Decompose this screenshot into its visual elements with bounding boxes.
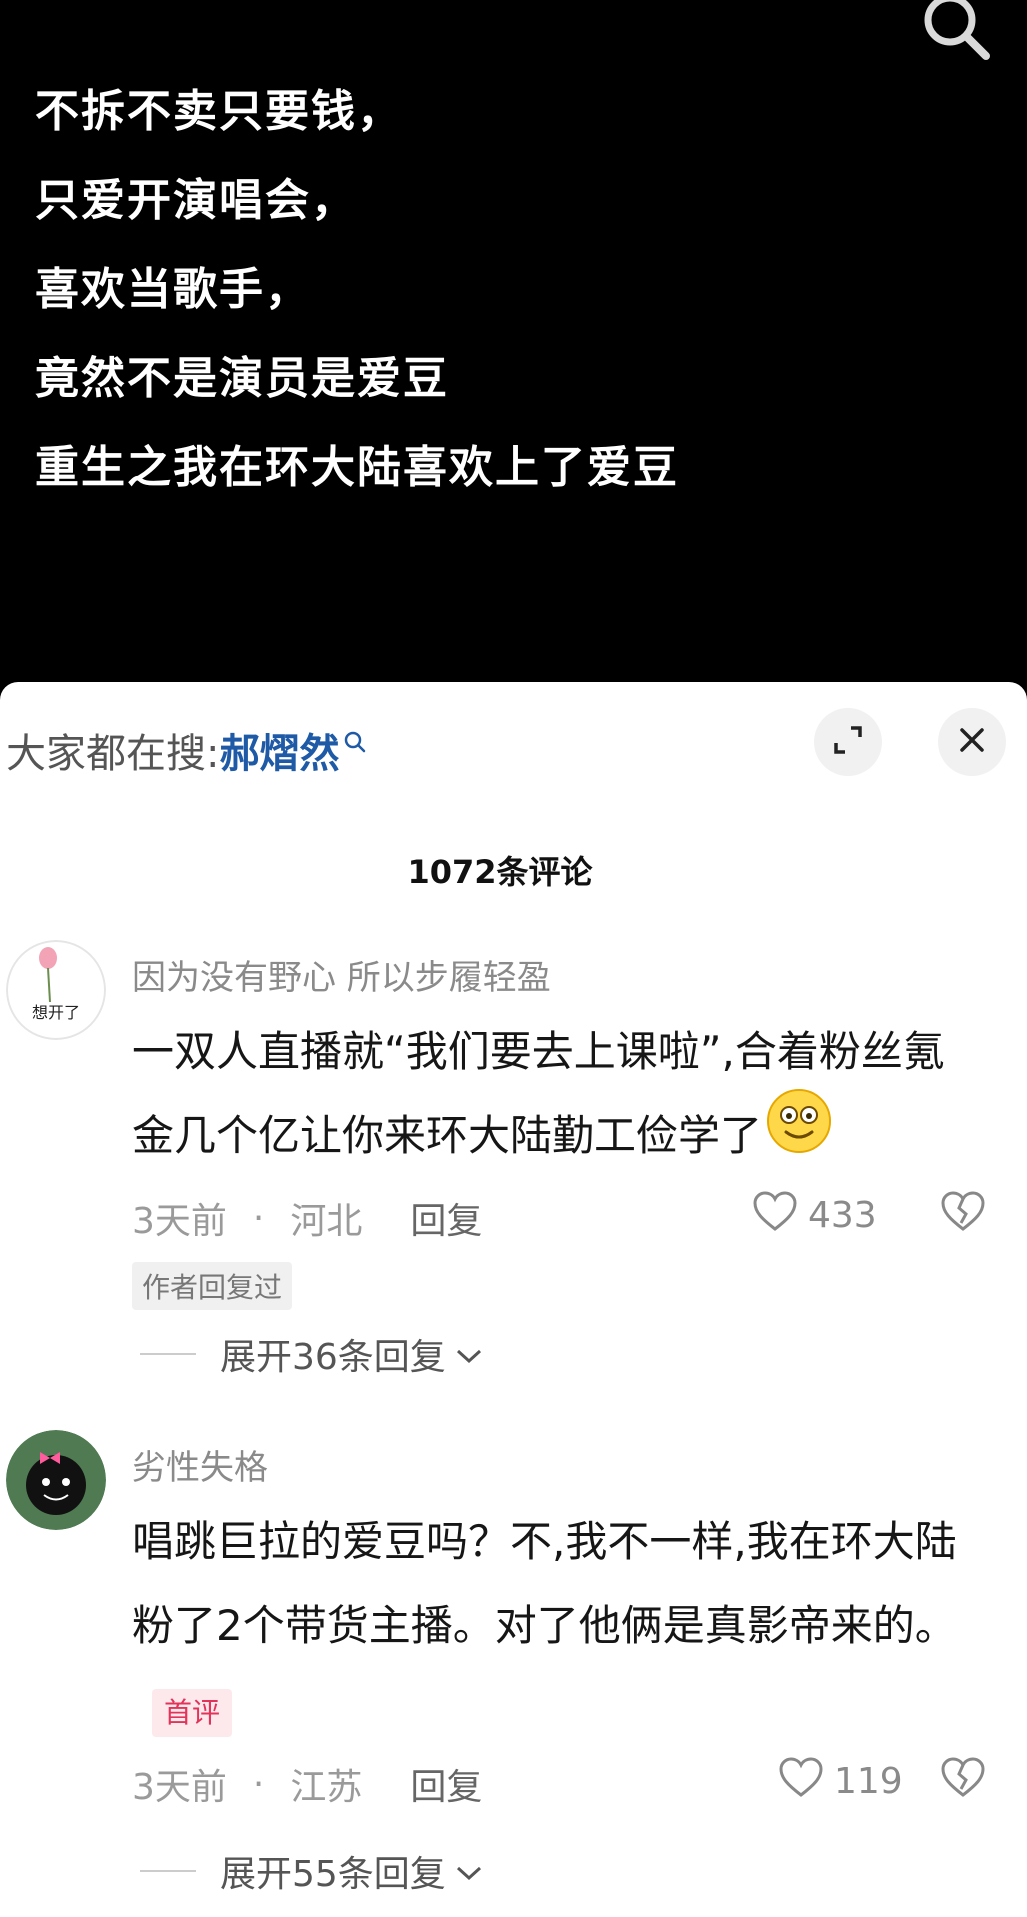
expand-replies-label: 展开55条回复 <box>220 1854 446 1895</box>
separator-dot: · <box>252 1197 265 1239</box>
comment-meta: 3天前 · 江苏 回复 <box>132 1758 482 1810</box>
comment-meta: 3天前 · 河北 回复 <box>132 1192 482 1244</box>
expand-replies-button[interactable]: 展开36条回复 <box>140 1328 484 1380</box>
like-count: 119 <box>834 1761 903 1802</box>
expand-icon <box>831 723 865 761</box>
svg-text:想开了: 想开了 <box>32 1003 80 1022</box>
dislike-button[interactable] <box>940 1756 986 1802</box>
close-icon <box>957 725 987 759</box>
chevron-down-icon <box>454 1851 484 1892</box>
video-caption-line: 不拆不卖只要钱， <box>35 86 403 137</box>
heart-icon <box>752 1190 798 1241</box>
video-area[interactable]: 不拆不卖只要钱， 只爱开演唱会， 喜欢当歌手， 竟然不是演员是爱豆 重生之我在环… <box>0 0 1027 682</box>
comment-text: 唱跳巨拉的爱豆吗？不,我不一样,我在环大陆粉了2个带货主播。对了他俩是真影帝来的… <box>132 1500 982 1752</box>
like-button[interactable]: 433 <box>752 1190 877 1241</box>
search-icon[interactable] <box>912 0 996 62</box>
avatar[interactable]: 想开了 <box>6 940 106 1040</box>
video-caption-line: 只爱开演唱会， <box>35 175 357 226</box>
author-replied-badge: 作者回复过 <box>132 1262 293 1310</box>
comment-text-content: 唱跳巨拉的爱豆吗？不,我不一样,我在环大陆粉了2个带货主播。对了他俩是真影帝来的… <box>132 1517 957 1650</box>
comment-username[interactable]: 因为没有野心 所以步履轻盈 <box>132 950 551 999</box>
expand-button[interactable] <box>814 708 882 776</box>
comment-time: 3天前 <box>132 1201 227 1242</box>
broken-heart-icon <box>940 1757 986 1802</box>
search-icon <box>343 718 367 764</box>
avatar[interactable] <box>6 1430 106 1530</box>
comment-sheet: 大家都在搜: 郝熠然 1072条评论 想开了 因为没有野心 所以步履轻盈 一双人… <box>0 682 1027 1917</box>
video-caption-line: 喜欢当歌手， <box>35 264 311 315</box>
comment-location: 河北 <box>290 1201 363 1242</box>
hot-search-term[interactable]: 郝熠然 <box>219 721 339 779</box>
hot-search-prefix: 大家都在搜: <box>6 731 220 777</box>
comment-username[interactable]: 劣性失格 <box>132 1440 268 1489</box>
like-count: 433 <box>808 1195 877 1236</box>
divider-line <box>140 1353 196 1355</box>
chevron-down-icon <box>454 1334 484 1375</box>
expand-replies-button[interactable]: 展开55条回复 <box>140 1845 484 1897</box>
comment-count-title: 1072条评论 <box>407 853 593 891</box>
smile-emoji-icon <box>766 1088 832 1182</box>
close-button[interactable] <box>938 708 1006 776</box>
video-caption-line: 重生之我在环大陆喜欢上了爱豆 <box>35 442 679 493</box>
comment-location: 江苏 <box>290 1767 363 1808</box>
reply-button[interactable]: 回复 <box>410 1192 482 1244</box>
hot-search-bar[interactable]: 大家都在搜: 郝熠然 <box>6 720 367 780</box>
broken-heart-icon <box>940 1191 986 1236</box>
like-button[interactable]: 119 <box>778 1756 903 1807</box>
expand-replies-label: 展开36条回复 <box>220 1337 446 1378</box>
separator-dot: · <box>252 1763 265 1805</box>
comment-text: 一双人直播就“我们要去上课啦”,合着粉丝氪金几个亿让你来环大陆勤工俭学了 <box>132 1010 982 1182</box>
reply-button[interactable]: 回复 <box>410 1758 482 1810</box>
first-comment-badge: 首评 <box>152 1688 233 1737</box>
heart-icon <box>778 1756 824 1807</box>
dislike-button[interactable] <box>940 1190 986 1236</box>
comment-time: 3天前 <box>132 1767 227 1808</box>
divider-line <box>140 1870 196 1872</box>
video-caption-line: 竟然不是演员是爱豆 <box>35 353 449 404</box>
